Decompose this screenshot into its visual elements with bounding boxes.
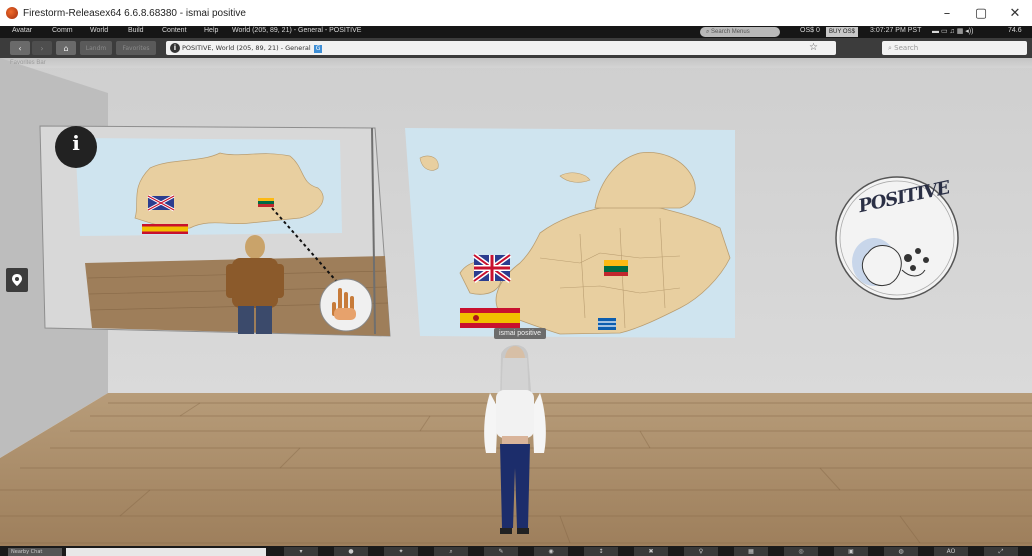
balance-display[interactable]: OS$ 0 <box>800 27 820 34</box>
back-button[interactable]: ‹ <box>10 41 30 55</box>
arrow-right-icon: › <box>40 43 44 53</box>
ao-button[interactable]: AO <box>934 547 968 556</box>
nearby-chat-button[interactable]: Nearby Chat <box>8 548 62 556</box>
home-icon: ⌂ <box>63 43 69 53</box>
toolbar-btn-3[interactable]: ✦ <box>384 547 418 556</box>
menu-comm[interactable]: Comm <box>52 27 73 34</box>
toolbar-btn-1[interactable]: ▾ <box>284 547 318 556</box>
favorites-button[interactable]: Favorites <box>116 41 156 55</box>
toolbar-btn-12[interactable]: ▣ <box>834 547 868 556</box>
forward-button[interactable]: › <box>32 41 52 55</box>
info-icon: i <box>170 43 180 53</box>
toolbar-btn-15[interactable]: ⤢ <box>984 547 1018 556</box>
minimize-button[interactable]: – <box>930 0 964 26</box>
maximize-button[interactable]: ▢ <box>964 0 998 26</box>
window-titlebar: Firestorm-Releasex64 6.6.8.68380 - ismai… <box>0 0 1032 26</box>
toolbar-btn-13[interactable]: ◍ <box>884 547 918 556</box>
general-rating-badge: G <box>313 45 323 53</box>
toolbar-btn-9[interactable]: ♀ <box>684 547 718 556</box>
info-board-icon[interactable]: i <box>70 131 82 157</box>
toolbar-btn-4[interactable]: ⌕ <box>434 547 468 556</box>
nav-search-input[interactable]: ⌕ Search <box>882 41 1027 55</box>
location-text: POSITIVE, World (205, 89, 21) - General <box>182 44 311 52</box>
buy-currency-button[interactable]: BUY OS$ <box>826 27 858 37</box>
menu-world[interactable]: World <box>90 27 108 34</box>
toolbar-btn-7[interactable]: ↕ <box>584 547 618 556</box>
firestorm-viewer-window: Firestorm-Releasex64 6.6.8.68380 - ismai… <box>0 0 1032 556</box>
fps-display: 74.6 <box>1008 27 1022 34</box>
arrow-left-icon: ‹ <box>18 43 22 53</box>
menu-search-input[interactable]: ⌕ Search Menus <box>700 27 780 37</box>
favorites-bar-label[interactable]: Favorites Bar <box>10 60 46 66</box>
firestorm-logo-icon <box>6 7 18 19</box>
menu-build[interactable]: Build <box>128 27 144 34</box>
navigation-bar: ‹ › ⌂ Landm Favorites i POSITIVE, World … <box>0 38 1032 58</box>
menu-content[interactable]: Content <box>162 27 187 34</box>
region-info[interactable]: World (205, 89, 21) - General - POSITIVE <box>232 27 361 34</box>
toolbar-btn-6[interactable]: ◉ <box>534 547 568 556</box>
clock: 3:07:27 PM PST <box>870 27 922 34</box>
home-button[interactable]: ⌂ <box>56 41 76 55</box>
bottom-toolbar: Nearby Chat ▾ ● ✦ ⌕ ✎ ◉ ↕ ✖ ♀ ▦ ◎ ▣ ◍ AO… <box>0 546 1032 556</box>
teleport-pin-button[interactable] <box>6 268 28 292</box>
scene-graphic <box>0 58 1032 556</box>
map-pin-icon <box>12 274 22 286</box>
toolbar-btn-5[interactable]: ✎ <box>484 547 518 556</box>
window-controls: – ▢ ✕ <box>930 0 1032 26</box>
landmarks-button[interactable]: Landm <box>80 41 112 55</box>
menu-help[interactable]: Help <box>204 27 218 34</box>
main-menubar: Avatar Comm World Build Content Help Wor… <box>0 26 1032 38</box>
world-viewport[interactable]: Favorites Bar i POSITIVE ismai positive <box>0 58 1032 556</box>
favorite-star-icon[interactable]: ☆ <box>809 41 818 55</box>
toolbar-btn-8[interactable]: ✖ <box>634 547 668 556</box>
toolbar-btn-2[interactable]: ● <box>334 547 368 556</box>
avatar-name-tag: ismai positive <box>494 328 547 339</box>
close-button[interactable]: ✕ <box>998 0 1032 26</box>
status-icons[interactable]: ▬ ▭ ♫ ▦ ◂)) <box>932 27 973 35</box>
menu-avatar[interactable]: Avatar <box>12 27 32 34</box>
location-input[interactable]: i POSITIVE, World (205, 89, 21) - Genera… <box>166 41 836 55</box>
toolbar-btn-11[interactable]: ◎ <box>784 547 818 556</box>
chat-input[interactable] <box>66 548 266 556</box>
window-title: Firestorm-Releasex64 6.6.8.68380 - ismai… <box>23 7 246 19</box>
toolbar-btn-10[interactable]: ▦ <box>734 547 768 556</box>
